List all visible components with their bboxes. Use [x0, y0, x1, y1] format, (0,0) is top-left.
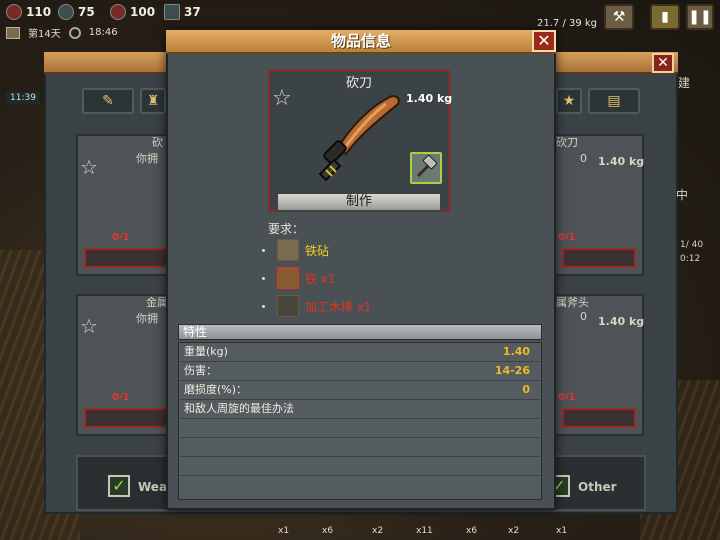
material-count: 0/1 [558, 392, 576, 403]
recipe-owned: 你拥 [136, 152, 158, 165]
weapons-checkbox[interactable]: ✓ [108, 475, 130, 497]
water-stat: 100 [110, 3, 155, 21]
iron-icon [277, 267, 299, 289]
other-label: Other [578, 480, 617, 494]
anvil-icon [277, 239, 299, 261]
side-time: 11:39 [6, 92, 40, 104]
day-time-row: 第14天 18:46 [6, 25, 118, 40]
dialog-close-button[interactable]: ✕ [532, 30, 556, 52]
requirement-item: 铁砧 [262, 238, 329, 262]
edge-text: 0:12 [680, 254, 701, 264]
required-tool-button[interactable] [410, 152, 442, 184]
edge-text: 建 [678, 76, 691, 90]
star-icon[interactable]: ☆ [80, 155, 98, 179]
hotbar-count: x2 [508, 526, 520, 536]
machete-icon [318, 94, 400, 182]
recipe-title: 砍 [152, 136, 163, 149]
food-icon [58, 4, 74, 20]
material-count: 0/1 [112, 392, 130, 403]
property-row: 伤害： 14-26 [180, 362, 540, 381]
hotbar-count: x2 [372, 526, 384, 536]
craft-hammer-button[interactable]: ⚒ [604, 4, 634, 30]
favorite-star-icon[interactable]: ☆ [272, 88, 292, 110]
tab-tools[interactable]: ✎ [82, 88, 134, 114]
craft-button[interactable]: 制作 [276, 192, 442, 212]
tab-weapons[interactable]: ♜ [140, 88, 166, 114]
recipe-title: 金属 [146, 296, 168, 309]
property-row: 磨损度(%)： 0 [180, 381, 540, 400]
requirement-item: 铁 x1 [262, 266, 336, 290]
energy-icon [164, 4, 180, 20]
tab-favorites[interactable]: ★ [556, 88, 582, 114]
hotbar-count: x1 [556, 526, 568, 536]
recipe-title: 砍刀 [556, 136, 578, 149]
wooden-stick-icon [277, 295, 299, 317]
item-name: 砍刀 [345, 76, 372, 91]
inventory-button[interactable]: ▮ [650, 4, 680, 30]
recipe-owned: 0 [580, 310, 587, 323]
weapons-label: Wea [138, 480, 168, 494]
health-stat: 110 [6, 3, 51, 21]
property-row-empty [180, 438, 540, 457]
dialog-title: 物品信息 [166, 30, 556, 54]
recipe-weight: 1.40 kg [598, 315, 645, 328]
edge-text: 1/ 40 [680, 240, 704, 250]
calendar-icon [6, 26, 20, 39]
recipe-weight: 1.40 kg [598, 155, 645, 168]
material-count: 0/1 [558, 232, 576, 243]
edge-text: 中 [676, 188, 689, 202]
energy-stat: 37 [164, 3, 201, 21]
star-icon[interactable]: ☆ [80, 314, 98, 338]
property-row-empty [180, 419, 540, 438]
crafting-close-button[interactable]: ✕ [652, 53, 674, 73]
recipe-owned: 你拥 [136, 312, 158, 325]
recipe-title: 属斧头 [556, 296, 589, 309]
property-row-empty [180, 457, 540, 476]
item-weight: 1.40 kg [406, 92, 453, 105]
food-stat: 75 [58, 3, 95, 21]
recipe-owned: 0 [580, 152, 587, 165]
heart-icon [6, 4, 22, 20]
hotbar-count: x1 [278, 526, 290, 536]
water-icon [110, 4, 126, 20]
material-count: 0/1 [112, 232, 130, 243]
pause-button[interactable]: ❚❚ [686, 4, 714, 30]
requirements-label: 要求： [268, 222, 305, 236]
property-row: 和敌人周旋的最佳办法 [180, 400, 540, 419]
properties-header: 特性 [178, 324, 542, 340]
tab-misc[interactable]: ▤ [588, 88, 640, 114]
property-row: 重量(kg) 1.40 [180, 343, 540, 362]
hotbar-count: x6 [322, 526, 334, 536]
hammer-icon [416, 154, 438, 178]
carry-weight: 21.7 / 39 kg [537, 18, 598, 29]
hotbar-count: x11 [416, 526, 433, 536]
clock-icon [68, 26, 81, 39]
hotbar-count: x6 [466, 526, 478, 536]
requirement-item: 加工木棒 x1 [262, 294, 372, 318]
